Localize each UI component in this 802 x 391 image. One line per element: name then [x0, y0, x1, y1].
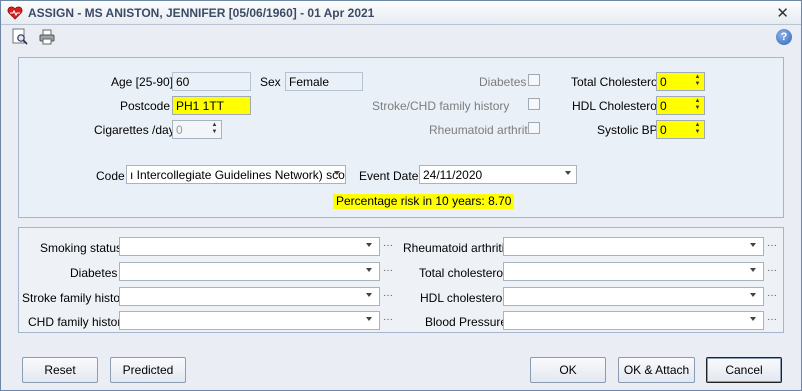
- risk-result: Percentage risk in 10 years: 8.70: [333, 194, 515, 209]
- ellipsis-button[interactable]: ···: [383, 265, 393, 276]
- diabetes-select[interactable]: [119, 262, 380, 281]
- rheumatoid-label: Rheumatoid arthritis: [429, 123, 537, 137]
- smoking-status-select[interactable]: [119, 237, 380, 256]
- chevron-down-icon[interactable]: [750, 243, 756, 247]
- chevron-down-icon[interactable]: [334, 171, 340, 175]
- heart-icon: [7, 6, 23, 20]
- postcode-label: Postcode: [120, 99, 171, 113]
- age-field: 60: [172, 72, 251, 91]
- systolic-bp-label: Systolic BP: [597, 123, 658, 137]
- ok-button[interactable]: OK: [530, 357, 606, 383]
- code-label: Code: [96, 169, 125, 183]
- spinner-arrows-icon[interactable]: ▲ ▼: [693, 122, 702, 137]
- smoking-status-label: Smoking status: [40, 241, 123, 255]
- sex-field: Female: [285, 72, 363, 91]
- blood-pressure-label: Blood Pressure: [425, 315, 508, 329]
- window-title: ASSIGN - MS ANISTON, JENNIFER [05/06/196…: [28, 6, 375, 20]
- reset-button[interactable]: Reset: [22, 357, 98, 383]
- age-label: Age [25-90]: [111, 75, 174, 89]
- print-icon[interactable]: [38, 28, 56, 46]
- cigarettes-value: 0: [176, 123, 183, 137]
- spinner-arrows-icon[interactable]: ▲ ▼: [693, 74, 702, 89]
- chevron-down-icon[interactable]: [366, 317, 372, 321]
- diabetes-checkbox[interactable]: [528, 74, 540, 86]
- stroke-chd-checkbox[interactable]: [528, 98, 540, 110]
- chevron-down-icon[interactable]: [750, 317, 756, 321]
- spinner-arrows-icon[interactable]: ▲ ▼: [693, 98, 702, 113]
- total-cholesterol-select[interactable]: [503, 262, 764, 281]
- hdl-cholesterol-field-label: HDL cholesterol: [420, 291, 505, 305]
- ok-attach-button[interactable]: OK & Attach: [618, 357, 695, 383]
- blood-pressure-select[interactable]: [503, 311, 764, 330]
- ellipsis-button[interactable]: ···: [767, 290, 777, 301]
- total-cholesterol-value: 0: [660, 75, 667, 89]
- cancel-button[interactable]: Cancel: [706, 357, 782, 383]
- stroke-family-label: Stroke family history: [22, 291, 131, 305]
- cigarettes-label: Cigarettes /day: [94, 123, 175, 137]
- postcode-input[interactable]: PH1 1TT: [172, 96, 251, 115]
- event-date-label: Event Date: [359, 169, 419, 183]
- close-icon[interactable]: ✕: [776, 4, 789, 22]
- stroke-chd-label: Stroke/CHD family history: [372, 99, 510, 113]
- diabetes-field-label: Diabetes: [70, 266, 118, 280]
- hdl-cholesterol-select[interactable]: [503, 287, 764, 306]
- rheumatoid-select[interactable]: [503, 237, 764, 256]
- chevron-down-icon[interactable]: [366, 293, 372, 297]
- total-cholesterol-stepper[interactable]: 0 ▲ ▼: [656, 72, 705, 91]
- chevron-down-icon[interactable]: [750, 268, 756, 272]
- title-bar: ASSIGN - MS ANISTON, JENNIFER [05/06/196…: [1, 1, 801, 25]
- chevron-down-icon[interactable]: [366, 243, 372, 247]
- rheumatoid-field-label: Rheumatoid arthritis: [403, 241, 511, 255]
- rheumatoid-checkbox[interactable]: [528, 122, 540, 134]
- ellipsis-button[interactable]: ···: [383, 240, 393, 251]
- code-value: ı Intercollegiate Guidelines Network) sc…: [130, 168, 346, 182]
- ellipsis-button[interactable]: ···: [767, 240, 777, 251]
- stroke-family-select[interactable]: [119, 287, 380, 306]
- ellipsis-button[interactable]: ···: [767, 265, 777, 276]
- toolbar: ?: [1, 26, 801, 48]
- total-cholesterol-label: Total Cholesterol: [571, 75, 661, 89]
- event-date-picker[interactable]: 24/11/2020: [419, 165, 577, 184]
- chd-family-label: CHD family history: [28, 315, 128, 329]
- hdl-cholesterol-stepper[interactable]: 0 ▲ ▼: [656, 96, 705, 115]
- chevron-down-icon[interactable]: [366, 268, 372, 272]
- hdl-cholesterol-value: 0: [660, 99, 667, 113]
- ellipsis-button[interactable]: ···: [767, 314, 777, 325]
- diabetes-label: Diabetes: [479, 75, 527, 89]
- code-select[interactable]: ı Intercollegiate Guidelines Network) sc…: [126, 165, 346, 184]
- systolic-bp-stepper[interactable]: 0 ▲ ▼: [656, 120, 705, 139]
- event-date-value: 24/11/2020: [423, 168, 483, 182]
- chd-family-select[interactable]: [119, 311, 380, 330]
- ellipsis-button[interactable]: ···: [383, 314, 393, 325]
- assign-dialog: ASSIGN - MS ANISTON, JENNIFER [05/06/196…: [0, 0, 802, 391]
- cigarettes-stepper[interactable]: 0 ▲ ▼: [172, 120, 222, 139]
- systolic-bp-value: 0: [660, 123, 667, 137]
- chevron-down-icon[interactable]: [750, 293, 756, 297]
- predicted-button[interactable]: Predicted: [110, 357, 186, 383]
- chevron-down-icon[interactable]: [565, 171, 571, 175]
- ellipsis-button[interactable]: ···: [383, 290, 393, 301]
- spinner-arrows-icon[interactable]: ▲ ▼: [210, 122, 219, 137]
- sex-label: Sex: [260, 75, 281, 89]
- total-cholesterol-field-label: Total cholesterol: [419, 266, 506, 280]
- preview-icon[interactable]: [11, 28, 29, 46]
- hdl-cholesterol-label: HDL Cholesterol: [572, 99, 660, 113]
- help-icon[interactable]: ?: [776, 29, 792, 45]
